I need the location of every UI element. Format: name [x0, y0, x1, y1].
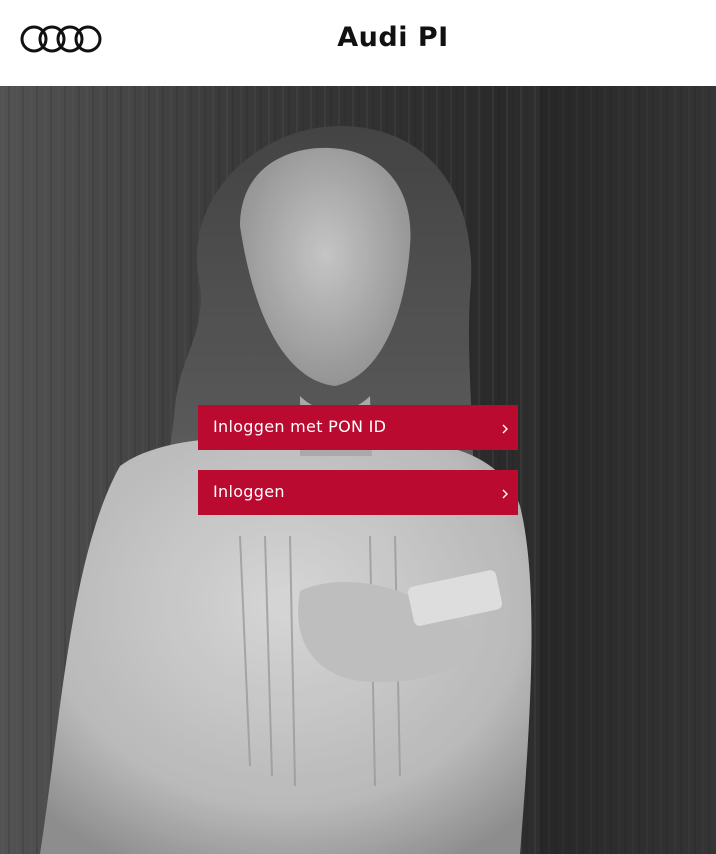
page-title: Audi PI [337, 22, 449, 53]
chevron-right-icon [502, 489, 508, 499]
app-header: Audi PI [0, 0, 716, 86]
login-pon-id-label: Inloggen met PON ID [213, 417, 387, 436]
login-pon-id-button[interactable]: Inloggen met PON ID [198, 405, 518, 450]
login-label: Inloggen [213, 482, 285, 501]
hero-image: Inloggen met PON ID Inloggen [0, 86, 716, 854]
login-button[interactable]: Inloggen [198, 470, 518, 515]
chevron-right-icon [502, 424, 508, 434]
